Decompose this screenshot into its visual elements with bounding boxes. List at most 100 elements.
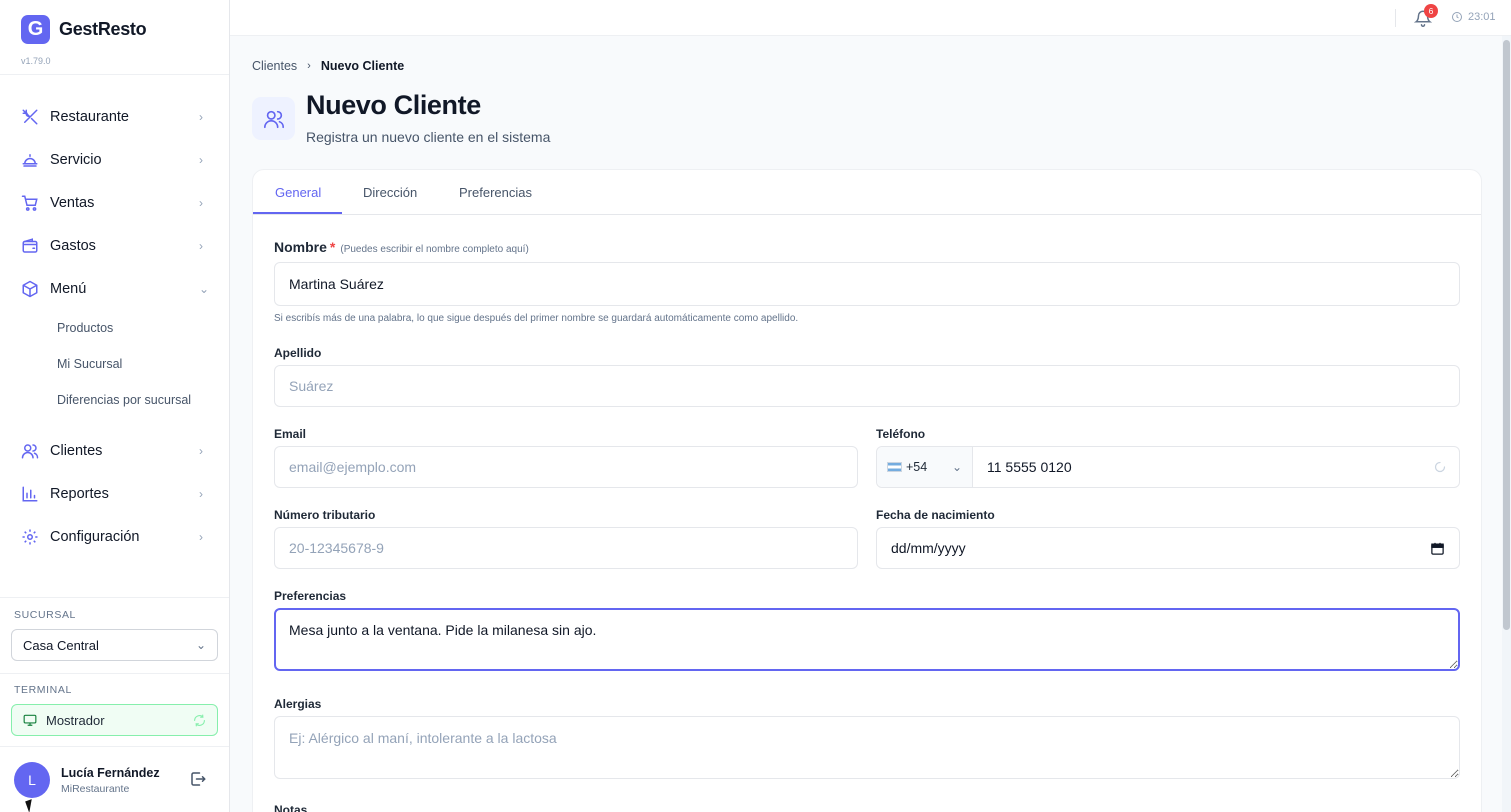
birthdate-value: dd/mm/yyyy <box>891 540 966 556</box>
breadcrumb-current: Nuevo Cliente <box>320 59 405 73</box>
divider <box>0 597 229 598</box>
utensils-icon <box>21 108 39 126</box>
divider <box>0 74 229 75</box>
sidebar-item-reportes[interactable]: Reportes › <box>21 482 209 506</box>
branch-label: SUCURSAL <box>14 609 76 621</box>
sidebar-item-label: Servicio <box>50 152 102 168</box>
sidebar-subitem-productos[interactable]: Productos <box>57 321 113 335</box>
sidebar-item-gastos[interactable]: Gastos › <box>21 234 209 258</box>
clock: 23:01 <box>1451 11 1496 23</box>
nombre-help-text: Si escribís más de una palabra, lo que s… <box>274 313 799 324</box>
sidebar-item-label: Ventas <box>50 195 95 211</box>
clock-time: 23:01 <box>1468 11 1496 23</box>
user-org: MiRestaurante <box>61 783 130 795</box>
breadcrumb: Clientes › Nuevo Cliente <box>252 59 404 73</box>
brand-name: GestResto <box>59 19 147 39</box>
active-tab-indicator <box>253 212 342 214</box>
page-subtitle: Registra un nuevo cliente en el sistema <box>306 129 551 145</box>
tab-direccion[interactable]: Dirección <box>363 185 417 200</box>
nacimiento-label: Fecha de nacimiento <box>876 508 995 522</box>
preferencias-label: Preferencias <box>274 589 347 603</box>
sidebar-item-menu[interactable]: Menú ⌄ <box>21 277 209 301</box>
country-code-select[interactable]: +54 ⌄ <box>877 447 973 487</box>
chevron-right-icon: › <box>199 487 203 501</box>
chevron-right-icon: › <box>199 239 203 253</box>
email-label: Email <box>274 427 307 441</box>
argentina-flag-icon <box>887 462 902 472</box>
divider <box>0 746 229 747</box>
nombre-input[interactable] <box>274 262 1460 306</box>
terminal-select[interactable]: Mostrador <box>11 704 218 736</box>
nombre-label-text: Nombre <box>274 239 327 255</box>
monitor-icon <box>23 713 37 727</box>
nombre-hint: (Puedes escribir el nombre completo aquí… <box>340 244 529 255</box>
brand[interactable]: G GestResto <box>21 15 147 44</box>
email-input[interactable] <box>274 446 858 488</box>
divider <box>0 673 229 674</box>
cloche-icon <box>21 151 39 169</box>
notas-label: Notas <box>274 803 308 812</box>
birthdate-input[interactable]: dd/mm/yyyy <box>876 527 1460 569</box>
divider <box>1395 9 1396 27</box>
wallet-icon <box>21 237 39 255</box>
user-name: Lucía Fernández <box>61 766 160 780</box>
preferencias-textarea[interactable]: Mesa junto a la ventana. Pide la milanes… <box>274 608 1460 671</box>
clock-icon <box>1452 12 1462 22</box>
chevron-right-icon: › <box>199 530 203 544</box>
terminal-label: TERMINAL <box>14 684 72 696</box>
alergias-textarea[interactable] <box>274 716 1460 779</box>
chevron-right-icon: › <box>307 60 311 72</box>
sidebar-item-label: Gastos <box>50 238 96 254</box>
notification-badge: 6 <box>1424 4 1438 18</box>
chevron-right-icon: › <box>199 153 203 167</box>
sidebar-item-restaurante[interactable]: Restaurante › <box>21 105 209 129</box>
chevron-down-icon: ⌄ <box>199 282 210 296</box>
breadcrumb-parent[interactable]: Clientes <box>252 59 297 73</box>
bar-chart-icon <box>21 485 39 503</box>
sidebar-item-clientes[interactable]: Clientes › <box>21 439 209 463</box>
refresh-icon[interactable] <box>193 714 206 727</box>
tab-preferencias[interactable]: Preferencias <box>459 185 532 200</box>
logout-icon[interactable] <box>189 770 207 788</box>
tab-bar: General Dirección Preferencias <box>253 170 1481 215</box>
chevron-right-icon: › <box>199 110 203 124</box>
box-icon <box>21 280 39 298</box>
apellido-input[interactable] <box>274 365 1460 407</box>
tributario-input[interactable] <box>274 527 858 569</box>
sidebar-subitem-mi-sucursal[interactable]: Mi Sucursal <box>57 357 122 371</box>
calendar-icon[interactable] <box>1430 541 1445 556</box>
loading-spinner-icon <box>1433 447 1447 487</box>
required-marker: * <box>329 239 336 255</box>
sidebar-item-label: Configuración <box>50 529 140 545</box>
cart-icon <box>21 194 39 212</box>
sidebar-item-label: Restaurante <box>50 109 129 125</box>
users-icon <box>21 442 39 460</box>
gear-icon <box>21 528 39 546</box>
avatar[interactable]: L <box>14 762 50 798</box>
sidebar-subitem-diferencias[interactable]: Diferencias por sucursal <box>57 393 191 407</box>
sidebar-item-label: Reportes <box>50 486 109 502</box>
topbar: 6 23:01 <box>230 0 1511 36</box>
sidebar: G GestResto v1.79.0 Restaurante › Servic… <box>0 0 230 812</box>
sidebar-item-label: Clientes <box>50 443 103 459</box>
branch-value: Casa Central <box>23 637 99 653</box>
sidebar-item-servicio[interactable]: Servicio › <box>21 148 209 172</box>
chevron-right-icon: › <box>199 196 203 210</box>
chevron-right-icon: › <box>199 444 203 458</box>
chevron-down-icon: ⌄ <box>195 638 206 652</box>
sidebar-item-ventas[interactable]: Ventas › <box>21 191 209 215</box>
country-code: +54 <box>906 460 928 474</box>
telefono-label: Teléfono <box>876 427 926 441</box>
tributario-label: Número tributario <box>274 508 376 522</box>
apellido-label: Apellido <box>274 346 322 360</box>
tab-general[interactable]: General <box>275 185 321 200</box>
branch-select[interactable]: Casa Central ⌄ <box>11 629 218 661</box>
nombre-label: Nombre * (Puedes escribir el nombre comple… <box>274 239 529 255</box>
phone-input[interactable] <box>973 447 1433 487</box>
chevron-down-icon: ⌄ <box>951 460 962 474</box>
sidebar-item-configuracion[interactable]: Configuración › <box>21 525 209 549</box>
page-title: Nuevo Cliente <box>306 90 481 120</box>
scrollbar-thumb[interactable] <box>1503 40 1510 630</box>
terminal-value: Mostrador <box>46 712 105 728</box>
alergias-label: Alergias <box>274 697 322 711</box>
